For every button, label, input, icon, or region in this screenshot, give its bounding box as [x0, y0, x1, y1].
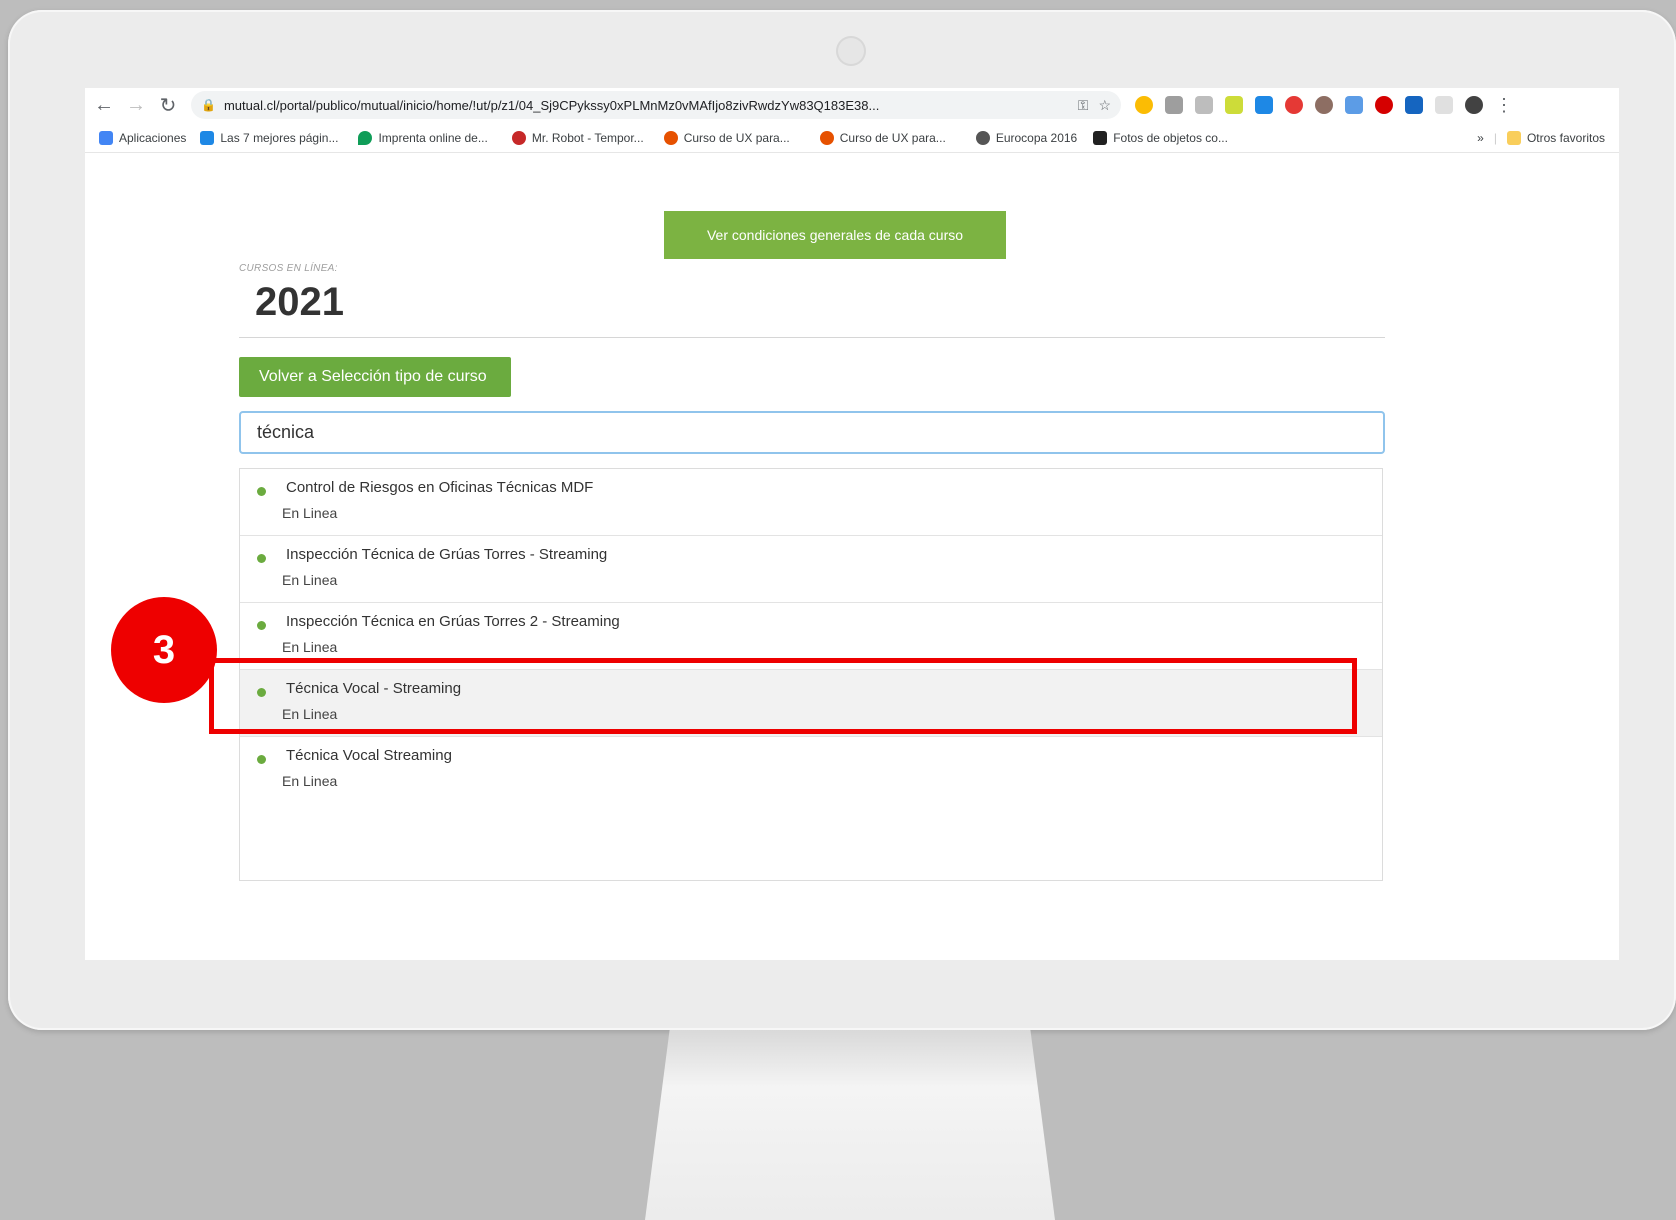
status-dot-icon	[257, 621, 266, 630]
bookmark-item[interactable]: Eurocopa 2016	[975, 131, 1077, 145]
extension-gray-icon[interactable]	[1195, 96, 1213, 114]
search-input[interactable]	[239, 411, 1385, 454]
back-to-course-type-button[interactable]: Volver a Selección tipo de curso	[239, 357, 511, 397]
course-modality: En Linea	[282, 773, 338, 789]
lock-icon: 🔒	[201, 98, 216, 112]
reading-list-icon[interactable]	[1435, 96, 1453, 114]
profile-avatar-icon[interactable]	[1465, 96, 1483, 114]
bookmark-item[interactable]: Curso de UX para...	[663, 131, 790, 145]
bookmark-apps[interactable]: Aplicaciones	[99, 131, 186, 145]
status-dot-icon	[257, 487, 266, 496]
key-icon[interactable]: ⚿	[1078, 97, 1089, 114]
course-modality: En Linea	[282, 572, 338, 588]
status-dot-icon	[257, 554, 266, 563]
section-kicker: CURSOS EN LÍNEA:	[239, 263, 338, 274]
flame-icon	[819, 131, 834, 145]
course-title: Inspección Técnica en Grúas Torres 2 - S…	[286, 613, 620, 630]
browser-toolbar: ← → ↻ 🔒 mutual.cl/portal/publico/mutual/…	[85, 88, 1619, 122]
extension-orange-icon[interactable]	[1135, 96, 1153, 114]
monitor-frame: ← → ↻ 🔒 mutual.cl/portal/publico/mutual/…	[8, 10, 1676, 1030]
opera-icon[interactable]	[1375, 96, 1393, 114]
extension-avatar-icon[interactable]	[1315, 96, 1333, 114]
list-item[interactable]: Inspección Técnica de Grúas Torres - Str…	[240, 536, 1382, 603]
folder-icon	[1506, 131, 1521, 145]
course-modality: En Linea	[282, 639, 338, 655]
course-title: Control de Riesgos en Oficinas Técnicas …	[286, 479, 594, 496]
extension-red-icon[interactable]	[1285, 96, 1303, 114]
back-arrow-icon[interactable]: ←	[91, 94, 117, 117]
address-bar[interactable]: 🔒 mutual.cl/portal/publico/mutual/inicio…	[191, 91, 1121, 119]
globe-icon	[975, 131, 990, 145]
course-title: Inspección Técnica de Grúas Torres - Str…	[286, 546, 608, 563]
step-badge: 3	[111, 597, 217, 703]
url-text: mutual.cl/portal/publico/mutual/inicio/h…	[223, 97, 880, 113]
list-item[interactable]: Control de Riesgos en Oficinas Técnicas …	[240, 469, 1382, 536]
course-modality: En Linea	[282, 505, 338, 521]
highlight-box	[209, 658, 1357, 734]
bookmarks-bar: Aplicaciones Las 7 mejores págin... Impr…	[85, 124, 1619, 153]
bookmark-favicon	[511, 131, 526, 145]
status-dot-icon	[257, 755, 266, 764]
bookmarks-divider: |	[1493, 131, 1497, 145]
monitor-stand	[645, 1030, 1055, 1220]
bookmarks-overflow-button[interactable]: »	[1477, 131, 1484, 145]
extension-bar: ⋮	[1135, 95, 1513, 116]
camera-icon	[836, 36, 866, 66]
extension-blue-icon[interactable]	[1255, 96, 1273, 114]
bookmark-item[interactable]: Las 7 mejores págin...	[200, 131, 338, 145]
forward-arrow-icon[interactable]: →	[123, 94, 149, 117]
flame-icon	[663, 131, 678, 145]
bookmark-favicon	[1093, 131, 1108, 145]
browser-window: ← → ↻ 🔒 mutual.cl/portal/publico/mutual/…	[85, 88, 1619, 960]
divider	[239, 337, 1385, 338]
course-title: Técnica Vocal Streaming	[286, 747, 452, 764]
extension-translate2-icon[interactable]	[1405, 96, 1423, 114]
reload-icon[interactable]: ↻	[155, 93, 181, 118]
bookmark-item[interactable]: Curso de UX para...	[819, 131, 946, 145]
bookmark-item[interactable]: Fotos de objetos co...	[1093, 131, 1228, 145]
bookmark-favicon	[200, 131, 215, 145]
extension-camera-icon[interactable]	[1165, 96, 1183, 114]
drop-icon	[358, 131, 373, 145]
page-title: 2021	[255, 280, 344, 324]
bookmark-item[interactable]: Imprenta online de...	[358, 131, 488, 145]
list-item[interactable]: Técnica Vocal Streaming En Linea	[240, 737, 1382, 804]
extension-crown-icon[interactable]	[1225, 96, 1243, 114]
bookmark-item[interactable]: Mr. Robot - Tempor...	[511, 131, 644, 145]
general-conditions-button[interactable]: Ver condiciones generales de cada curso	[664, 211, 1006, 259]
star-icon[interactable]: ☆	[1098, 97, 1111, 114]
other-bookmarks-folder[interactable]: Otros favoritos	[1506, 131, 1605, 145]
extension-translate-icon[interactable]	[1345, 96, 1363, 114]
apps-grid-icon	[99, 131, 113, 145]
menu-kebab-icon[interactable]: ⋮	[1495, 95, 1513, 116]
